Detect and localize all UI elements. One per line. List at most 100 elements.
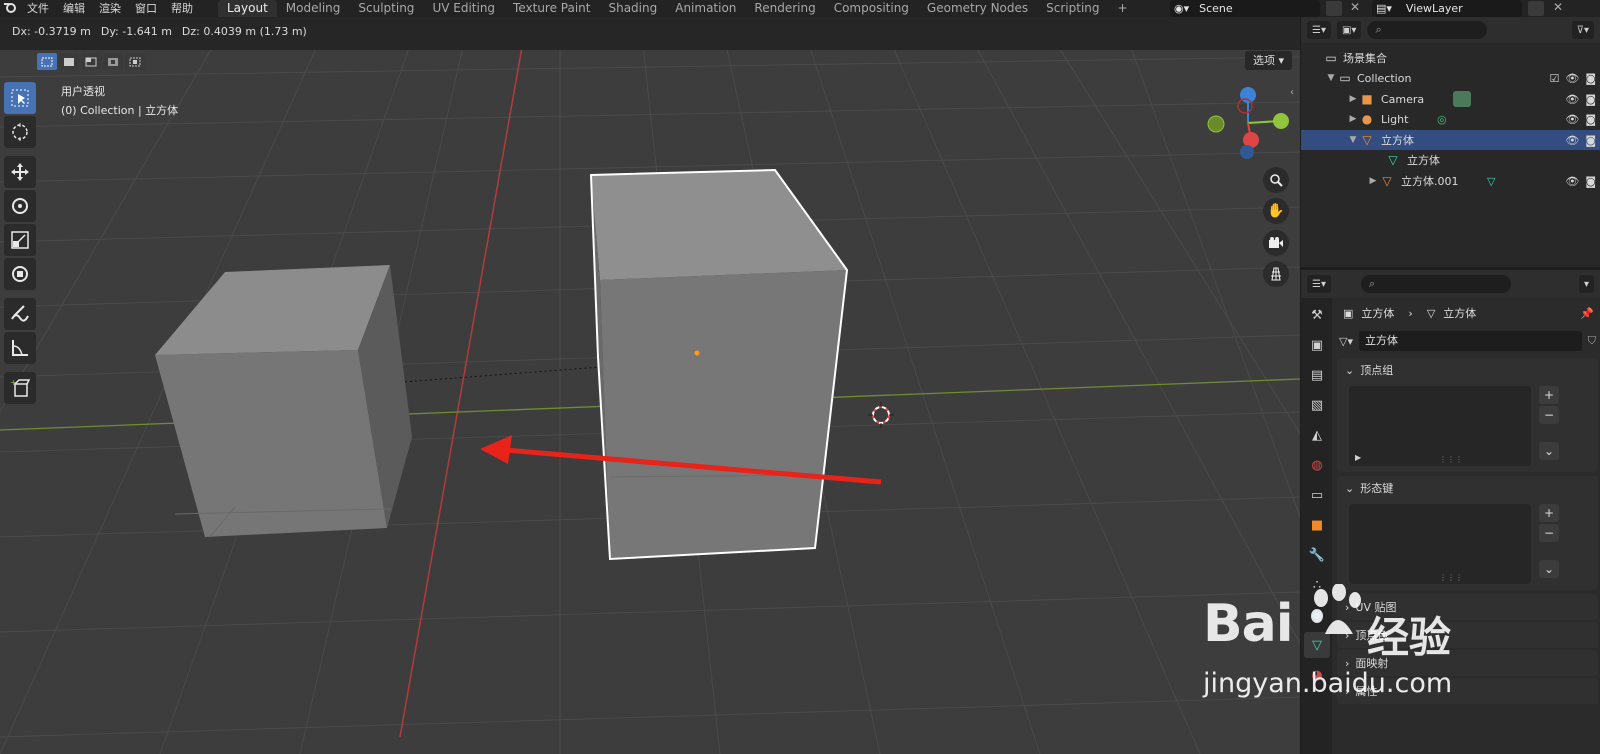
cube-001-mesh[interactable]	[155, 265, 412, 538]
tab-rendering[interactable]: Rendering	[745, 0, 824, 17]
render-camera-icon[interactable]: ◙	[1585, 93, 1596, 106]
tree-row-light[interactable]: ▶ ● Light ◎ 👁 ◙	[1301, 109, 1600, 129]
tab-texture-paint[interactable]: Texture Paint	[504, 0, 599, 17]
specials-menu-icon[interactable]: ⌄	[1539, 560, 1559, 578]
eye-icon[interactable]: 👁	[1565, 134, 1579, 147]
tab-modeling[interactable]: Modeling	[277, 0, 350, 17]
view-layer-selector[interactable]: ▤▾ ViewLayer	[1372, 0, 1522, 17]
tab-animation[interactable]: Animation	[666, 0, 745, 17]
remove-icon[interactable]: −	[1539, 524, 1559, 542]
tab-uv-editing[interactable]: UV Editing	[423, 0, 504, 17]
tab-sculpting[interactable]: Sculpting	[349, 0, 423, 17]
scale-tool[interactable]	[4, 224, 36, 256]
move-tool[interactable]	[4, 156, 36, 188]
select-subtract-icon[interactable]	[81, 53, 101, 70]
outliner-search-input[interactable]: ⌕	[1367, 21, 1488, 39]
tree-row-camera[interactable]: ▶ ■ Camera 👁 ◙	[1301, 89, 1600, 109]
navigation-gizmo[interactable]	[1207, 87, 1289, 159]
modifier-tab-icon[interactable]: 🔧	[1304, 542, 1330, 568]
new-scene-icon[interactable]	[1326, 1, 1342, 16]
gizmo-y-icon[interactable]	[1273, 113, 1289, 129]
view-layer-tab-icon[interactable]: ▧	[1304, 392, 1330, 418]
sidebar-toggle-icon[interactable]: ‹	[1290, 87, 1294, 98]
tree-row-collection[interactable]: ▼ ▭ Collection ☑ 👁 ◙	[1301, 68, 1600, 88]
annotate-tool[interactable]	[4, 298, 36, 330]
tree-row-cube-001[interactable]: ▶ ▽ 立方体.001 ▽ 👁 ◙	[1301, 171, 1600, 191]
mesh-data-browse-icon[interactable]: ▽▾	[1339, 335, 1353, 348]
expand-arrow-icon[interactable]: ▼	[1325, 73, 1337, 83]
new-view-layer-icon[interactable]	[1528, 1, 1544, 16]
collection-tab-icon[interactable]: ▭	[1304, 482, 1330, 508]
tool-tab-icon[interactable]: ⚒	[1304, 302, 1330, 328]
tab-geometry-nodes[interactable]: Geometry Nodes	[918, 0, 1037, 17]
tab-layout[interactable]: Layout	[218, 0, 277, 17]
resize-grip-icon[interactable]: ⋮⋮⋮	[1439, 573, 1463, 582]
camera-data-icon[interactable]	[1453, 91, 1471, 107]
delete-view-layer-icon[interactable]: ✕	[1553, 0, 1563, 14]
properties-editor-type-icon[interactable]: ☰▾	[1307, 275, 1331, 293]
mesh-name-field[interactable]: 立方体	[1358, 331, 1582, 351]
eye-icon[interactable]: 👁	[1565, 175, 1579, 188]
menu-help[interactable]: 帮助	[164, 0, 200, 17]
properties-search-input[interactable]: ⌕	[1360, 275, 1511, 293]
add-icon[interactable]: +	[1539, 504, 1559, 522]
vertex-group-list[interactable]: ▶ ⋮⋮⋮	[1349, 386, 1531, 466]
pin-icon[interactable]: 📌	[1580, 307, 1600, 320]
add-workspace-button[interactable]: +	[1109, 0, 1137, 17]
eye-icon[interactable]: 👁	[1565, 72, 1579, 85]
menu-file[interactable]: 文件	[20, 0, 56, 17]
render-tab-icon[interactable]: ▣	[1304, 332, 1330, 358]
tab-scripting[interactable]: Scripting	[1037, 0, 1108, 17]
display-mode-icon[interactable]: ▣▾	[1336, 21, 1362, 39]
properties-options-icon[interactable]: ▾	[1578, 275, 1594, 293]
render-camera-icon[interactable]: ◙	[1585, 134, 1596, 147]
expand-arrow-icon[interactable]: ▶	[1347, 94, 1359, 104]
delete-scene-icon[interactable]: ✕	[1350, 0, 1360, 14]
expand-arrow-icon[interactable]: ▼	[1347, 135, 1359, 145]
add-cube-tool[interactable]: +	[4, 372, 36, 404]
rotate-tool[interactable]	[4, 190, 36, 222]
zoom-icon[interactable]	[1263, 167, 1289, 193]
blender-logo-icon[interactable]	[0, 1, 20, 16]
outliner-editor-type-icon[interactable]: ☰▾	[1307, 21, 1331, 39]
mesh-data-icon[interactable]: ▽	[1487, 175, 1495, 188]
render-camera-icon[interactable]: ◙	[1585, 72, 1596, 85]
transform-tool[interactable]	[4, 258, 36, 290]
light-data-icon[interactable]: ◎	[1437, 113, 1447, 126]
camera-view-icon[interactable]	[1263, 230, 1289, 256]
expand-arrow-icon[interactable]: ▶	[1347, 114, 1359, 124]
select-intersect-icon[interactable]	[125, 53, 145, 70]
tab-shading[interactable]: Shading	[599, 0, 666, 17]
tree-row-scene-collection[interactable]: ▭ 场景集合	[1301, 48, 1600, 68]
object-tab-icon[interactable]: ■	[1304, 512, 1330, 538]
render-camera-icon[interactable]: ◙	[1585, 175, 1596, 188]
menu-edit[interactable]: 编辑	[56, 0, 92, 17]
render-camera-icon[interactable]: ◙	[1585, 113, 1596, 126]
menu-render[interactable]: 渲染	[92, 0, 128, 17]
measure-tool[interactable]	[4, 332, 36, 364]
gizmo-z-icon[interactable]	[1240, 87, 1256, 103]
specials-menu-icon[interactable]: ⌄	[1539, 442, 1559, 460]
add-icon[interactable]: +	[1539, 386, 1559, 404]
filter-icon[interactable]: ⊽▾	[1571, 21, 1594, 39]
eye-icon[interactable]: 👁	[1565, 113, 1579, 126]
select-invert-icon[interactable]	[103, 53, 123, 70]
select-extend-icon[interactable]	[59, 53, 79, 70]
resize-grip-icon[interactable]: ⋮⋮⋮	[1439, 455, 1463, 464]
menu-window[interactable]: 窗口	[128, 0, 164, 17]
tab-compositing[interactable]: Compositing	[825, 0, 918, 17]
expand-filter-icon[interactable]: ▶	[1355, 453, 1361, 462]
cube-selected-mesh[interactable]	[589, 168, 849, 561]
select-box-tool[interactable]	[4, 82, 36, 114]
perspective-toggle-icon[interactable]	[1263, 261, 1289, 287]
world-tab-icon[interactable]: ◍	[1304, 452, 1330, 478]
shape-key-list[interactable]: ⋮⋮⋮	[1349, 504, 1531, 584]
remove-icon[interactable]: −	[1539, 406, 1559, 424]
3d-viewport[interactable]: Dx: -0.3719 m Dy: -1.641 m Dz: 0.4039 m …	[0, 17, 1300, 754]
eye-icon[interactable]: 👁	[1565, 93, 1579, 106]
3d-cursor-icon[interactable]	[868, 402, 894, 428]
tree-row-cube-selected[interactable]: ▼ ▽ 立方体 👁 ◙	[1301, 130, 1600, 150]
scene-tab-icon[interactable]: ◭	[1304, 422, 1330, 448]
pan-hand-icon[interactable]: ✋	[1263, 198, 1289, 224]
select-new-icon[interactable]	[37, 53, 57, 70]
